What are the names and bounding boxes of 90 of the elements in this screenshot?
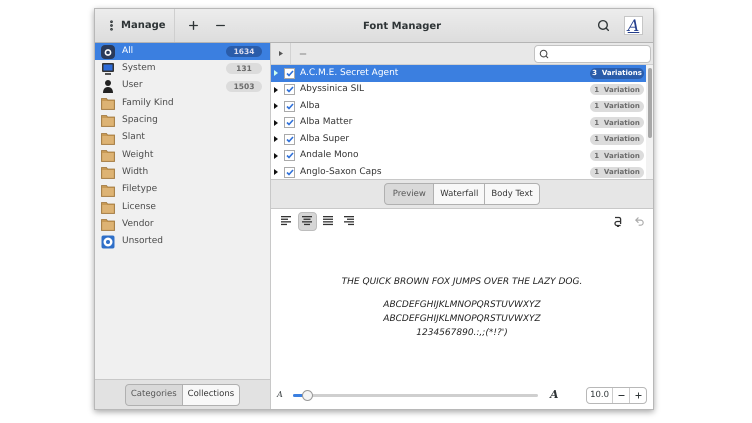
category-label: System	[122, 62, 156, 76]
category-item[interactable]: Unsorted	[95, 233, 270, 251]
preview-text: 1234567890.:,;(*!?')	[416, 327, 508, 340]
preview-text: THE QUICK BROWN FOX JUMPS OVER THE LAZY DOG.	[342, 276, 582, 289]
check-icon	[286, 70, 294, 77]
align-fill-icon	[323, 216, 334, 226]
font-checkbox[interactable]	[284, 166, 295, 178]
folder-icon	[101, 200, 115, 214]
undo-icon	[634, 216, 645, 226]
font-name: Alba Super	[300, 132, 350, 146]
font-name: Alba Matter	[300, 116, 352, 129]
expander-icon	[274, 169, 278, 176]
align-left-icon	[281, 216, 292, 226]
view-tab[interactable]: Preview	[384, 183, 434, 205]
check-icon	[286, 136, 294, 143]
expander-icon	[274, 103, 278, 110]
font-preferences-button[interactable]: A	[624, 16, 643, 35]
font-checkbox[interactable]	[284, 100, 295, 112]
folder-icon	[101, 132, 115, 145]
expander-icon	[274, 136, 278, 142]
category-label: Vendor	[122, 218, 154, 231]
category-item[interactable]: Spacing	[95, 112, 270, 130]
font-name: Alba	[300, 100, 320, 112]
category-label: Filetype	[122, 183, 158, 196]
font-name: A.C.M.E. Secret Agent	[300, 66, 398, 80]
folder-icon	[101, 218, 115, 232]
category-item[interactable]: License	[95, 198, 270, 216]
font-checkbox[interactable]	[284, 84, 295, 96]
category-label: Width	[122, 166, 148, 179]
expander-icon	[274, 70, 278, 76]
check-icon	[286, 119, 294, 126]
manage-menu-button[interactable]: Manage	[95, 9, 175, 42]
category-label: Weight	[122, 148, 154, 162]
preview-text: ABCDEFGHIJKLMNOPQRSTUVWXYZ	[383, 299, 541, 312]
category-item[interactable]: Vendor	[95, 216, 270, 234]
align-right-icon	[344, 216, 355, 226]
plus-icon	[634, 390, 642, 400]
folder-icon	[101, 97, 115, 110]
category-label: Spacing	[122, 114, 158, 128]
search-button[interactable]	[595, 17, 612, 34]
category-item[interactable]: Slant	[95, 129, 270, 147]
font-checkbox[interactable]	[284, 68, 295, 79]
text-cursor-icon	[614, 215, 622, 227]
check-icon	[286, 86, 294, 94]
person-icon	[101, 79, 115, 94]
folder-icon	[101, 166, 115, 180]
large-size-label: A	[550, 386, 559, 403]
expander-icon	[274, 152, 278, 159]
size-value: 10.0	[589, 388, 610, 402]
check-icon	[286, 152, 294, 160]
font-checkbox[interactable]	[284, 117, 295, 128]
category-label: All	[122, 44, 134, 58]
category-item[interactable]: Family Kind	[95, 94, 270, 112]
monitor-icon	[101, 62, 115, 76]
font-checkbox[interactable]	[284, 150, 295, 162]
search-icon	[539, 48, 549, 58]
category-label: User	[122, 79, 143, 92]
alignment-button[interactable]	[298, 212, 317, 230]
slider-handle[interactable]	[302, 390, 313, 400]
category-label: License	[122, 200, 156, 214]
category-item[interactable]: Filetype	[95, 181, 270, 199]
align-center-icon	[302, 216, 313, 226]
font-checkbox[interactable]	[284, 134, 295, 145]
check-icon	[286, 102, 294, 110]
view-tab[interactable]: Body Text	[485, 183, 540, 205]
folder-icon	[101, 114, 115, 128]
sidebar-tab[interactable]: Collections	[182, 384, 240, 406]
view-tab[interactable]: Waterfall	[434, 183, 486, 205]
font-name: Andale Mono	[300, 149, 358, 162]
window-title: Font Manager	[363, 20, 442, 34]
preview-text: ABCDEFGHIJKLMNOPQRSTUVWXYZ	[383, 313, 541, 326]
expander-icon	[274, 120, 278, 126]
search-field[interactable]	[534, 44, 651, 62]
folder-icon	[101, 184, 115, 197]
size-spin-field[interactable]: 10.0	[586, 386, 647, 404]
plus-icon	[186, 19, 200, 32]
category-label: Unsorted	[122, 235, 163, 248]
sidebar-tab[interactable]: Categories	[124, 384, 183, 406]
search-icon	[597, 19, 610, 32]
category-item[interactable]: Width	[95, 164, 270, 182]
category-label: Slant	[122, 131, 145, 144]
font-name: Abyssinica SIL	[300, 83, 364, 96]
category-item[interactable]: Weight	[95, 146, 270, 164]
check-icon	[286, 168, 294, 176]
category-label: Family Kind	[122, 96, 174, 110]
folder-icon	[101, 148, 115, 162]
expand-arrow-icon	[278, 51, 282, 56]
small-size-label: A	[277, 389, 284, 401]
font-name: Anglo-Saxon Caps	[300, 166, 382, 178]
expander-icon	[274, 86, 278, 93]
